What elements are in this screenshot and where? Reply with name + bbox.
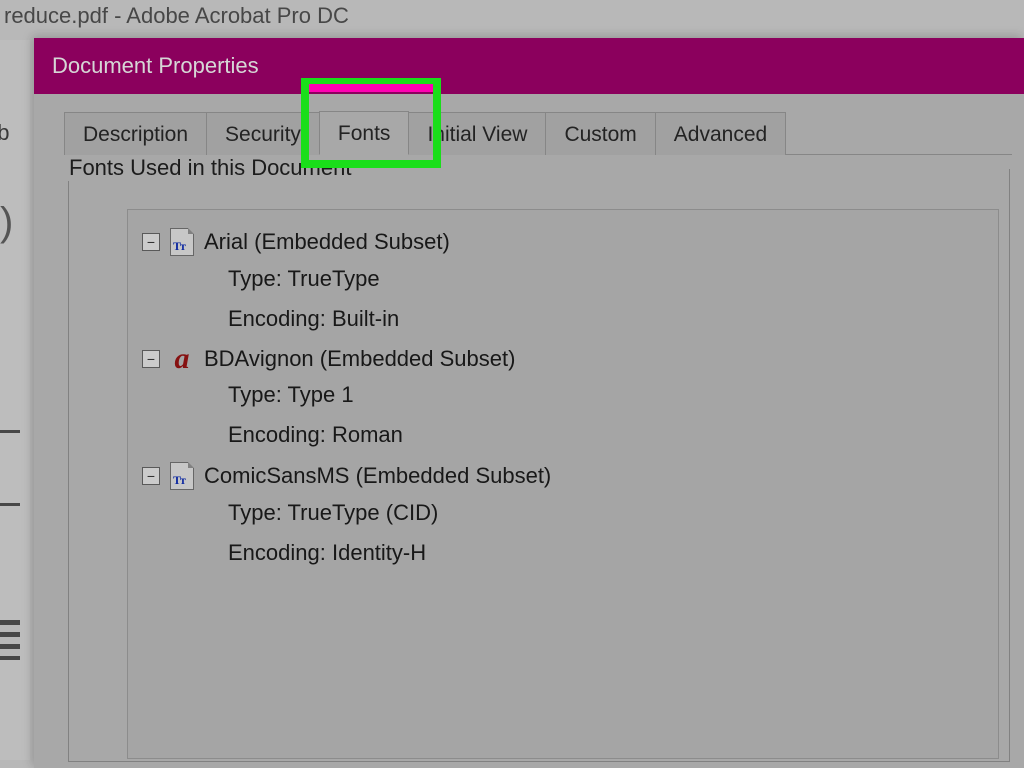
tree-collapse-icon[interactable]: − xyxy=(142,233,160,251)
encoding-label: Encoding: xyxy=(228,306,326,331)
tree-collapse-icon[interactable]: − xyxy=(142,467,160,485)
encoding-label: Encoding: xyxy=(228,540,326,565)
tab-custom[interactable]: Custom xyxy=(545,112,655,155)
font-name: BDAvignon (Embedded Subset) xyxy=(204,346,515,372)
font-entry: − a BDAvignon (Embedded Subset) Type: Ty… xyxy=(142,346,988,448)
type-label: Type: xyxy=(228,500,282,525)
tab-initial-view[interactable]: Initial View xyxy=(408,112,546,155)
font-entry: − Tᴛ ComicSansMS (Embedded Subset) Type:… xyxy=(142,462,988,566)
truetype-file-icon: Tᴛ xyxy=(170,228,194,256)
font-name: ComicSansMS (Embedded Subset) xyxy=(204,463,551,489)
truetype-file-icon: Tᴛ xyxy=(170,462,194,490)
fonts-groupbox-label: Fonts Used in this Document xyxy=(67,155,357,181)
tab-description[interactable]: Description xyxy=(64,112,207,155)
type-value: TrueType xyxy=(288,266,380,291)
font-name: Arial (Embedded Subset) xyxy=(204,229,450,255)
fonts-tree-panel[interactable]: − Tᴛ Arial (Embedded Subset) Type: TrueT… xyxy=(127,209,999,759)
font-entry-header[interactable]: − Tᴛ ComicSansMS (Embedded Subset) xyxy=(142,462,988,490)
dialog-tabs: Description Security Fonts Initial View … xyxy=(64,106,1012,155)
acrobat-panel-fragment: rib xyxy=(0,120,9,146)
font-entry-header[interactable]: − a BDAvignon (Embedded Subset) xyxy=(142,346,988,372)
tab-fonts[interactable]: Fonts xyxy=(319,111,410,155)
acrobat-decoration-lines xyxy=(0,430,20,506)
font-details: Type: Type 1 Encoding: Roman xyxy=(228,382,988,448)
tab-advanced[interactable]: Advanced xyxy=(655,112,786,155)
type-value: TrueType (CID) xyxy=(288,500,439,525)
dialog-title: Document Properties xyxy=(34,38,1024,94)
encoding-label: Encoding: xyxy=(228,422,326,447)
encoding-value: Identity-H xyxy=(332,540,426,565)
encoding-value: Roman xyxy=(332,422,403,447)
acrobat-decoration: ) xyxy=(0,200,13,245)
fonts-groupbox: Fonts Used in this Document − Tᴛ Arial (… xyxy=(68,169,1010,762)
acrobat-window-title: reduce.pdf - Adobe Acrobat Pro DC xyxy=(0,0,1024,32)
font-details: Type: TrueType (CID) Encoding: Identity-… xyxy=(228,500,988,566)
font-entry-header[interactable]: − Tᴛ Arial (Embedded Subset) xyxy=(142,228,988,256)
font-entry: − Tᴛ Arial (Embedded Subset) Type: TrueT… xyxy=(142,228,988,332)
font-details: Type: TrueType Encoding: Built-in xyxy=(228,266,988,332)
type-label: Type: xyxy=(228,266,282,291)
type-value: Type 1 xyxy=(288,382,354,407)
document-properties-dialog: Document Properties Description Security… xyxy=(34,38,1024,768)
acrobat-decoration-lines-2 xyxy=(0,620,20,660)
tab-security[interactable]: Security xyxy=(206,112,320,155)
tree-collapse-icon[interactable]: − xyxy=(142,350,160,368)
type1-font-icon: a xyxy=(170,346,194,372)
encoding-value: Built-in xyxy=(332,306,399,331)
type-label: Type: xyxy=(228,382,282,407)
